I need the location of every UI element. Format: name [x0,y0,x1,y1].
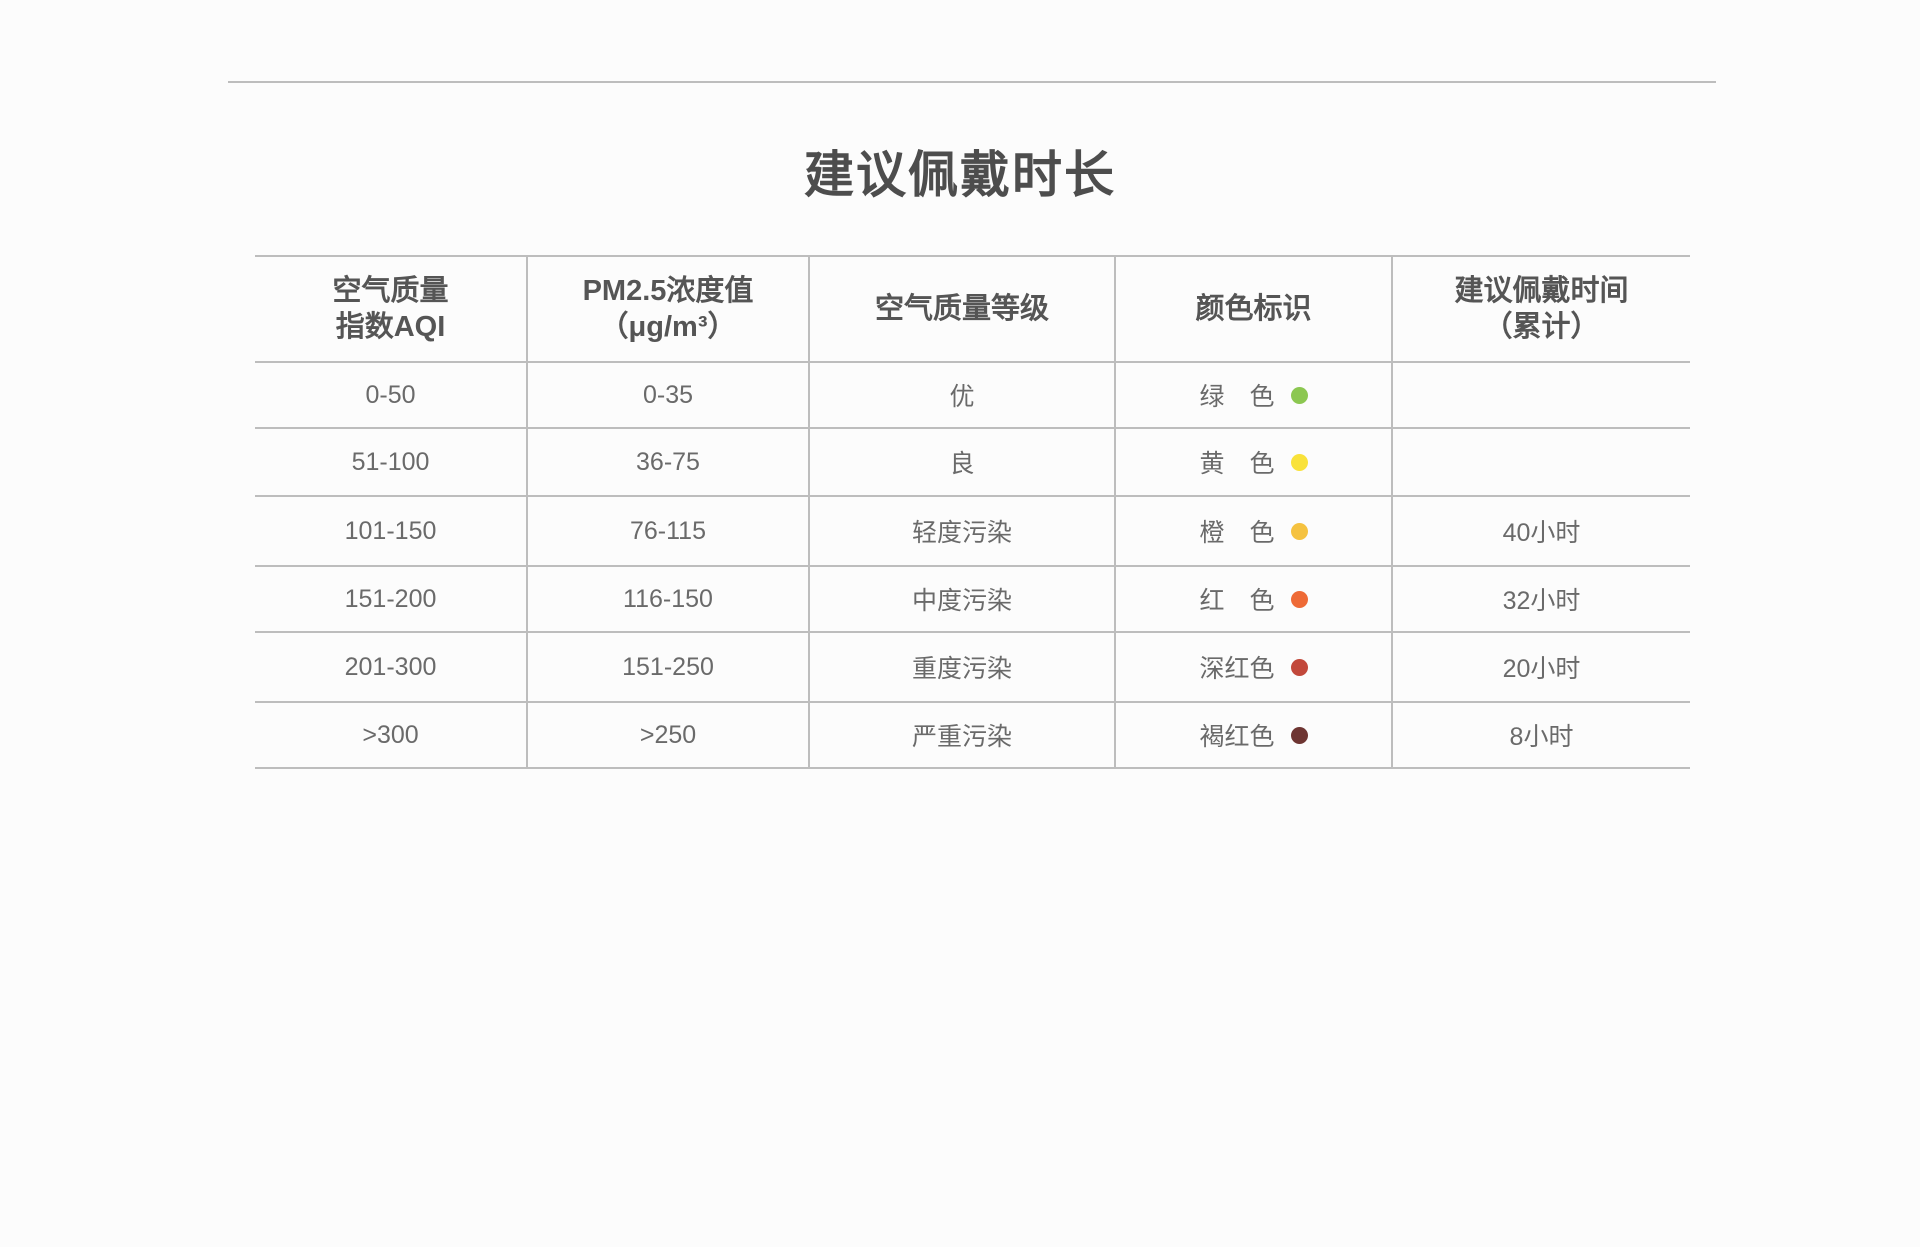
color-dot-icon [1290,590,1308,608]
table-row: 0-50 0-35 优 绿 色 [255,361,1690,429]
aqi-table: 空气质量 指数AQI PM2.5浓度值 （μg/m³） 空气质量等级 颜色标识 … [255,255,1690,769]
cell-level: 严重污染 [808,701,1115,769]
top-divider [228,81,1716,83]
header-pm25-line1: PM2.5浓度值 [582,275,754,307]
header-color: 颜色标识 [1114,255,1392,363]
header-duration-line1: 建议佩戴时间 [1454,275,1629,307]
color-dot-icon [1290,726,1308,744]
header-aqi-line2: 指数AQI [335,311,446,343]
cell-aqi: 0-50 [255,361,527,429]
page-title: 建议佩戴时长 [804,147,1116,203]
cell-duration [1391,361,1690,429]
cell-pm25: 116-150 [526,565,809,633]
header-aqi: 空气质量 指数AQI [255,255,527,363]
cell-aqi: 151-200 [255,565,527,633]
cell-pm25: >250 [526,701,809,769]
cell-level: 中度污染 [808,565,1115,633]
color-name: 橙 色 [1199,519,1275,547]
cell-color: 褐红色 [1114,701,1392,769]
cell-pm25: 36-75 [526,427,809,497]
cell-duration: 20小时 [1391,631,1690,703]
header-pm25-line2: （μg/m³） [599,311,737,343]
color-name: 绿 色 [1199,383,1275,411]
cell-level: 良 [808,427,1115,497]
cell-color: 橙 色 [1114,495,1392,567]
header-duration: 建议佩戴时间 （累计） [1391,255,1690,363]
table-row: >300 >250 严重污染 褐红色 8小时 [255,701,1690,769]
color-name: 黄 色 [1199,450,1275,478]
cell-color: 深红色 [1114,631,1392,703]
header-duration-line2: （累计） [1483,311,1600,343]
cell-color: 绿 色 [1114,361,1392,429]
header-color-line1: 颜色标识 [1195,293,1312,325]
cell-duration: 40小时 [1391,495,1690,567]
cell-aqi: 51-100 [255,427,527,497]
table-row: 101-150 76-115 轻度污染 橙 色 40小时 [255,495,1690,567]
cell-level: 重度污染 [808,631,1115,703]
color-dot-icon [1290,658,1308,676]
table-row: 51-100 36-75 良 黄 色 [255,427,1690,497]
cell-duration: 32小时 [1391,565,1690,633]
cell-aqi: 201-300 [255,631,527,703]
cell-aqi: 101-150 [255,495,527,567]
color-name: 红 色 [1199,587,1275,615]
cell-color: 黄 色 [1114,427,1392,497]
color-name: 深红色 [1199,655,1275,683]
header-level: 空气质量等级 [808,255,1115,363]
cell-level: 优 [808,361,1115,429]
color-dot-icon [1290,453,1308,471]
cell-aqi: >300 [255,701,527,769]
table-header-row: 空气质量 指数AQI PM2.5浓度值 （μg/m³） 空气质量等级 颜色标识 … [255,255,1690,363]
table-row: 201-300 151-250 重度污染 深红色 20小时 [255,631,1690,703]
header-level-line1: 空气质量等级 [874,293,1049,325]
color-name: 褐红色 [1199,723,1275,751]
color-dot-icon [1290,522,1308,540]
cell-pm25: 76-115 [526,495,809,567]
cell-pm25: 0-35 [526,361,809,429]
header-aqi-line1: 空气质量 [332,275,449,307]
cell-duration [1391,427,1690,497]
cell-color: 红 色 [1114,565,1392,633]
cell-level: 轻度污染 [808,495,1115,567]
cell-pm25: 151-250 [526,631,809,703]
header-pm25: PM2.5浓度值 （μg/m³） [526,255,809,363]
color-dot-icon [1290,386,1308,404]
table-row: 151-200 116-150 中度污染 红 色 32小时 [255,565,1690,633]
cell-duration: 8小时 [1391,701,1690,769]
